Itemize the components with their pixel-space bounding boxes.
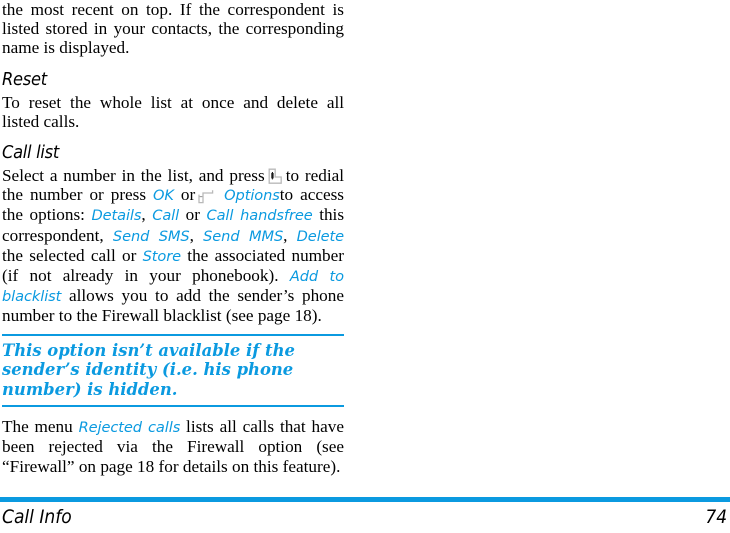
call-list-run-5: or — [185, 205, 200, 225]
call-list-run-3: or — [180, 185, 196, 205]
section-heading-reset: Reset — [2, 69, 47, 90]
term-delete: Delete — [296, 227, 345, 245]
reset-paragraph: To reset the whole list at once and dele… — [2, 93, 344, 131]
note-block: This option isn’t available if the sende… — [2, 333, 344, 408]
footer-accent-rule — [0, 497, 730, 502]
call-key-icon — [268, 168, 283, 185]
rejected-run-1: The menu — [2, 417, 73, 437]
term-send-sms: Send SMS — [112, 227, 190, 245]
call-list-run-1: Select a number in the list, and press — [2, 166, 265, 186]
page-footer: Call Info 74 — [0, 497, 730, 533]
call-list-run-7: the selected call or — [2, 245, 137, 265]
term-send-mms: Send MMS — [203, 227, 284, 245]
footer-section-title: Call Info — [2, 506, 72, 528]
call-list-paragraph: Select a number in the list, and press to… — [2, 166, 344, 326]
note-text: This option isn’t available if the sende… — [2, 340, 295, 399]
term-options: Options — [224, 187, 280, 205]
term-call-handsfree: Call handsfree — [206, 207, 313, 225]
term-store: Store — [142, 247, 182, 265]
term-call: Call — [152, 207, 180, 225]
section-heading-call-list: Call list — [2, 143, 59, 164]
intro-paragraph: the most recent on top. If the correspon… — [2, 0, 344, 58]
reset-body-text: To reset the whole list at once and dele… — [2, 92, 344, 131]
term-details: Details — [91, 207, 142, 225]
manual-page: the most recent on top. If the correspon… — [0, 0, 730, 533]
term-ok: OK — [153, 187, 174, 205]
separator-comma-3: , — [283, 225, 288, 245]
separator-comma-2: , — [189, 225, 194, 245]
intro-text: the most recent on top. If the correspon… — [2, 0, 344, 58]
rejected-calls-paragraph: The menu Rejected calls lists all calls … — [2, 417, 344, 476]
left-soft-key-icon — [198, 189, 214, 204]
text-column: the most recent on top. If the correspon… — [2, 0, 344, 476]
footer-page-number: 74 — [705, 506, 727, 528]
separator-comma-1: , — [141, 205, 146, 225]
term-rejected-calls: Rejected calls — [78, 419, 181, 437]
